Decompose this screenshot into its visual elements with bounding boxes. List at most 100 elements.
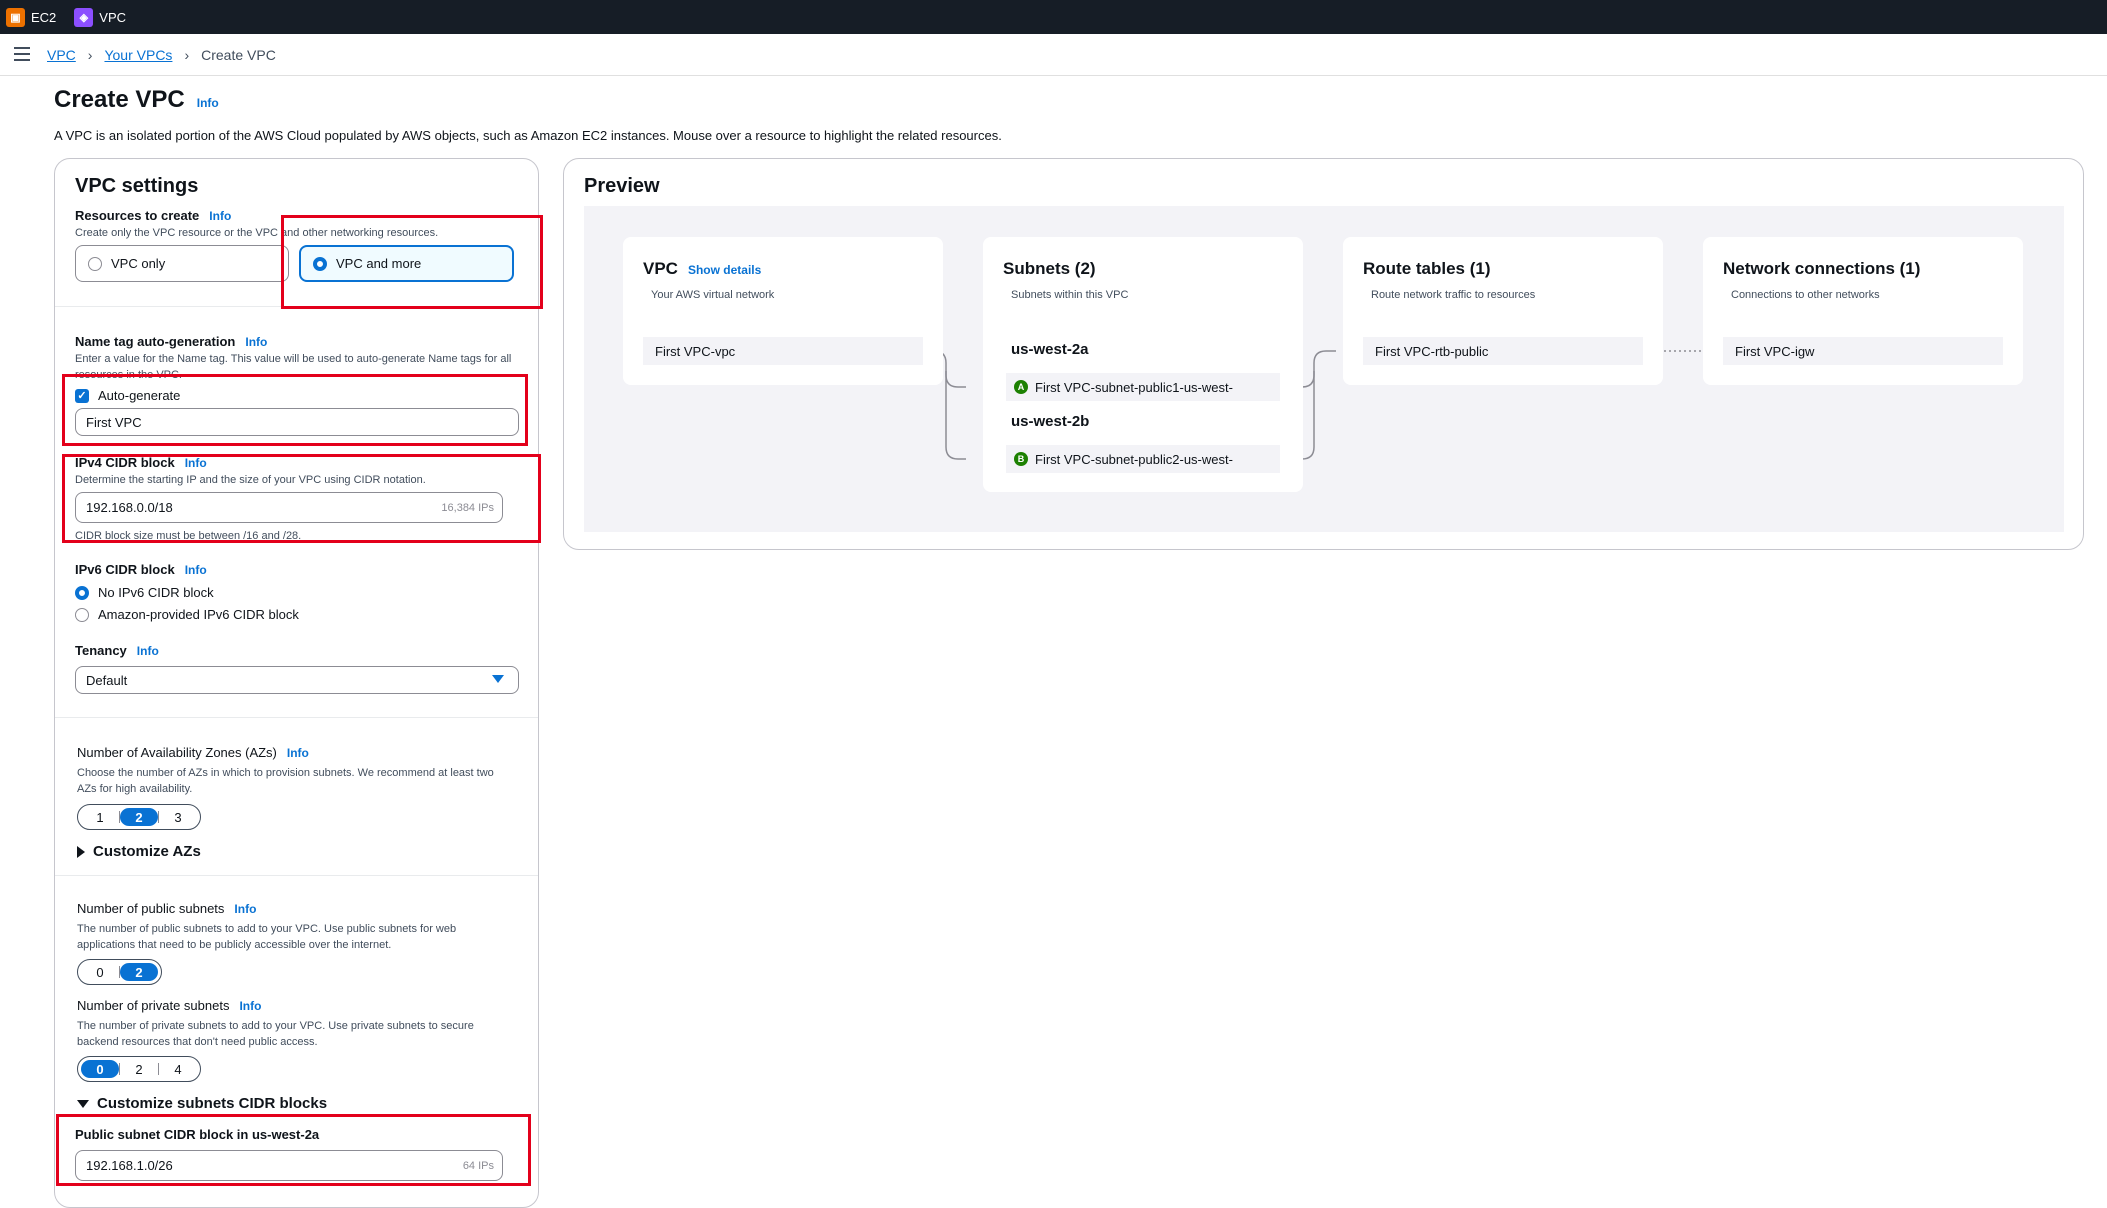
radio-selected-icon [75,585,89,600]
breadcrumb: VPC › Your VPCs › Create VPC [47,47,276,63]
az-badge-icon: A [1014,380,1028,394]
vpc-service-icon: ◈ [74,7,94,27]
service-label: EC2 [31,9,57,25]
breadcrumb-link-vpc[interactable]: VPC [47,47,76,63]
customize-azs-toggle[interactable]: Customize AZs [77,843,201,860]
label-text: Number of private subnets [77,998,230,1013]
preview-card-vpc[interactable]: VPC Show details Your AWS virtual networ… [623,237,943,385]
preview-node-subnet[interactable]: A First VPC-subnet-public1-us-west- [1006,373,1280,401]
info-link[interactable]: Info [185,563,207,577]
divider [55,717,538,718]
select-value: Default [86,672,128,688]
radio-icon [75,607,89,622]
segment-option-selected[interactable]: 2 [120,808,158,826]
segment-option[interactable]: 4 [159,1060,197,1078]
segment-option-selected[interactable]: 0 [81,1060,119,1078]
segment-option-selected[interactable]: 2 [120,963,158,981]
breadcrumb-link-your-vpcs[interactable]: Your VPCs [104,47,172,63]
az-heading: us-west-2a [1011,341,1089,358]
expander-label: Customize AZs [93,843,201,860]
page-title: Create VPC Info [54,86,219,114]
card-subtitle: Route network traffic to resources [1371,289,1536,301]
chevron-right-icon: › [87,47,93,63]
option-label: Amazon-provided IPv6 CIDR block [98,607,299,622]
public-subnets-hint: The number of public subnets to add to y… [77,923,457,951]
page-description: A VPC is an isolated portion of the AWS … [54,128,1002,143]
highlight-box [281,215,543,309]
card-subtitle: Your AWS virtual network [651,289,775,301]
panel-title: VPC settings [75,175,199,197]
highlight-box [62,374,528,446]
service-shortcut-ec2[interactable]: ▣ EC2 [6,7,57,27]
private-subnets-label: Number of private subnets Info [77,998,261,1013]
label-text: IPv6 CIDR block [75,562,175,577]
preview-title: Preview [584,175,660,197]
tenancy-label: Tenancy Info [75,643,159,658]
info-link[interactable]: Info [234,902,256,916]
info-link[interactable]: Info [245,335,267,349]
card-title: Network connections (1) [1723,259,1920,279]
azs-label: Number of Availability Zones (AZs) Info [77,745,309,760]
segment-option[interactable]: 0 [81,963,119,981]
service-shortcut-vpc[interactable]: ◈ VPC [74,7,127,27]
card-title: Subnets (2) [1003,259,1096,279]
show-details-link[interactable]: Show details [688,263,761,277]
private-subnets-segmented-control: 0 2 4 [77,1056,201,1082]
preview-card-route-tables: Route tables (1) Route network traffic t… [1343,237,1663,385]
vpc-settings-panel: VPC settings Resources to create Info Cr… [54,158,539,1208]
page-title-text: Create VPC [54,86,185,113]
highlight-box [62,454,541,543]
info-link[interactable]: Info [209,209,231,223]
tenancy-select[interactable]: Default [75,666,519,694]
preview-node-subnet[interactable]: B First VPC-subnet-public2-us-west- [1006,445,1280,473]
preview-card-network-connections: Network connections (1) Connections to o… [1703,237,2023,385]
label-text: Tenancy [75,643,127,658]
card-subtitle: Connections to other networks [1731,289,1880,301]
az-badge-icon: B [1014,452,1028,466]
option-label: No IPv6 CIDR block [98,585,214,600]
caret-right-icon [77,845,85,858]
caret-down-icon [77,1099,89,1108]
preview-node-route-table[interactable]: First VPC-rtb-public [1363,337,1643,365]
info-link[interactable]: Info [197,96,219,110]
customize-cidr-toggle[interactable]: Customize subnets CIDR blocks [77,1095,327,1112]
azs-segmented-control: 1 2 3 [77,804,201,830]
preview-node-igw[interactable]: First VPC-igw [1723,337,2003,365]
label-text: Resources to create [75,208,200,223]
public-subnets-label: Number of public subnets Info [77,901,256,916]
ipv6-label: IPv6 CIDR block Info [75,562,207,577]
subnet-name: First VPC-subnet-public1-us-west- [1035,379,1233,395]
ec2-service-icon: ▣ [6,7,25,27]
option-amazon-ipv6[interactable]: Amazon-provided IPv6 CIDR block [75,607,299,622]
option-label: VPC only [111,256,166,271]
breadcrumb-bar: VPC › Your VPCs › Create VPC [0,34,2107,76]
preview-card-subnets: Subnets (2) Subnets within this VPC us-w… [983,237,1303,492]
card-title-text: VPC [643,259,678,278]
highlight-box [56,1114,531,1186]
expander-label: Customize subnets CIDR blocks [97,1095,328,1112]
card-title-text: Route tables (1) [1363,259,1491,278]
segment-option[interactable]: 3 [159,808,197,826]
public-subnets-segmented-control: 0 2 [77,959,162,985]
info-link[interactable]: Info [287,746,309,760]
private-subnets-hint: The number of private subnets to add to … [77,1020,474,1048]
option-vpc-only[interactable]: VPC only [75,245,289,282]
segment-option[interactable]: 1 [81,808,119,826]
preview-canvas: VPC Show details Your AWS virtual networ… [584,206,2064,532]
segment-option[interactable]: 2 [120,1060,158,1078]
radio-icon [88,256,102,271]
service-label: VPC [99,9,127,25]
info-link[interactable]: Info [239,999,261,1013]
top-navigation-bar: ▣ EC2 ◈ VPC [0,0,2107,34]
preview-node-vpc[interactable]: First VPC-vpc [643,337,923,365]
option-no-ipv6[interactable]: No IPv6 CIDR block [75,585,214,600]
menu-icon[interactable] [14,47,30,61]
preview-panel: Preview VPC Show details Your AWS virtua… [563,158,2084,550]
card-title: Route tables (1) [1363,259,1491,279]
resources-label: Resources to create Info [75,208,231,223]
card-subtitle: Subnets within this VPC [1011,289,1129,301]
subnet-name: First VPC-subnet-public2-us-west- [1035,451,1233,467]
az-heading: us-west-2b [1011,413,1090,430]
label-text: Name tag auto-generation [75,334,236,349]
info-link[interactable]: Info [137,644,159,658]
